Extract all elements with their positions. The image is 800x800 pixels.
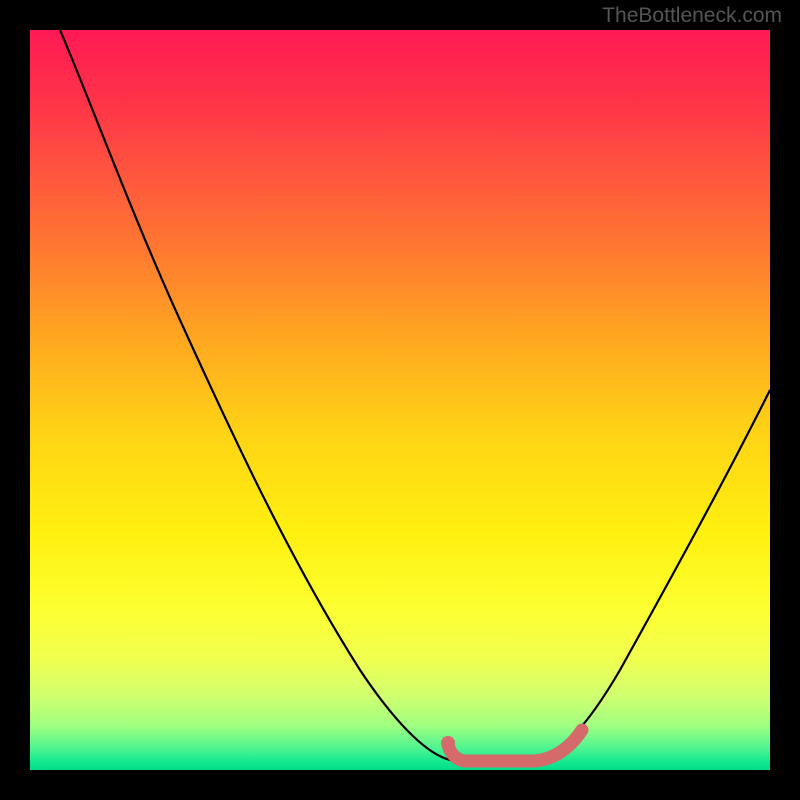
optimal-region-highlight [448,730,582,761]
curve-svg [30,30,770,770]
highlight-start-dot [441,736,455,750]
watermark-text: TheBottleneck.com [602,4,782,28]
bottleneck-curve-path [60,30,770,760]
plot-area [30,30,770,770]
